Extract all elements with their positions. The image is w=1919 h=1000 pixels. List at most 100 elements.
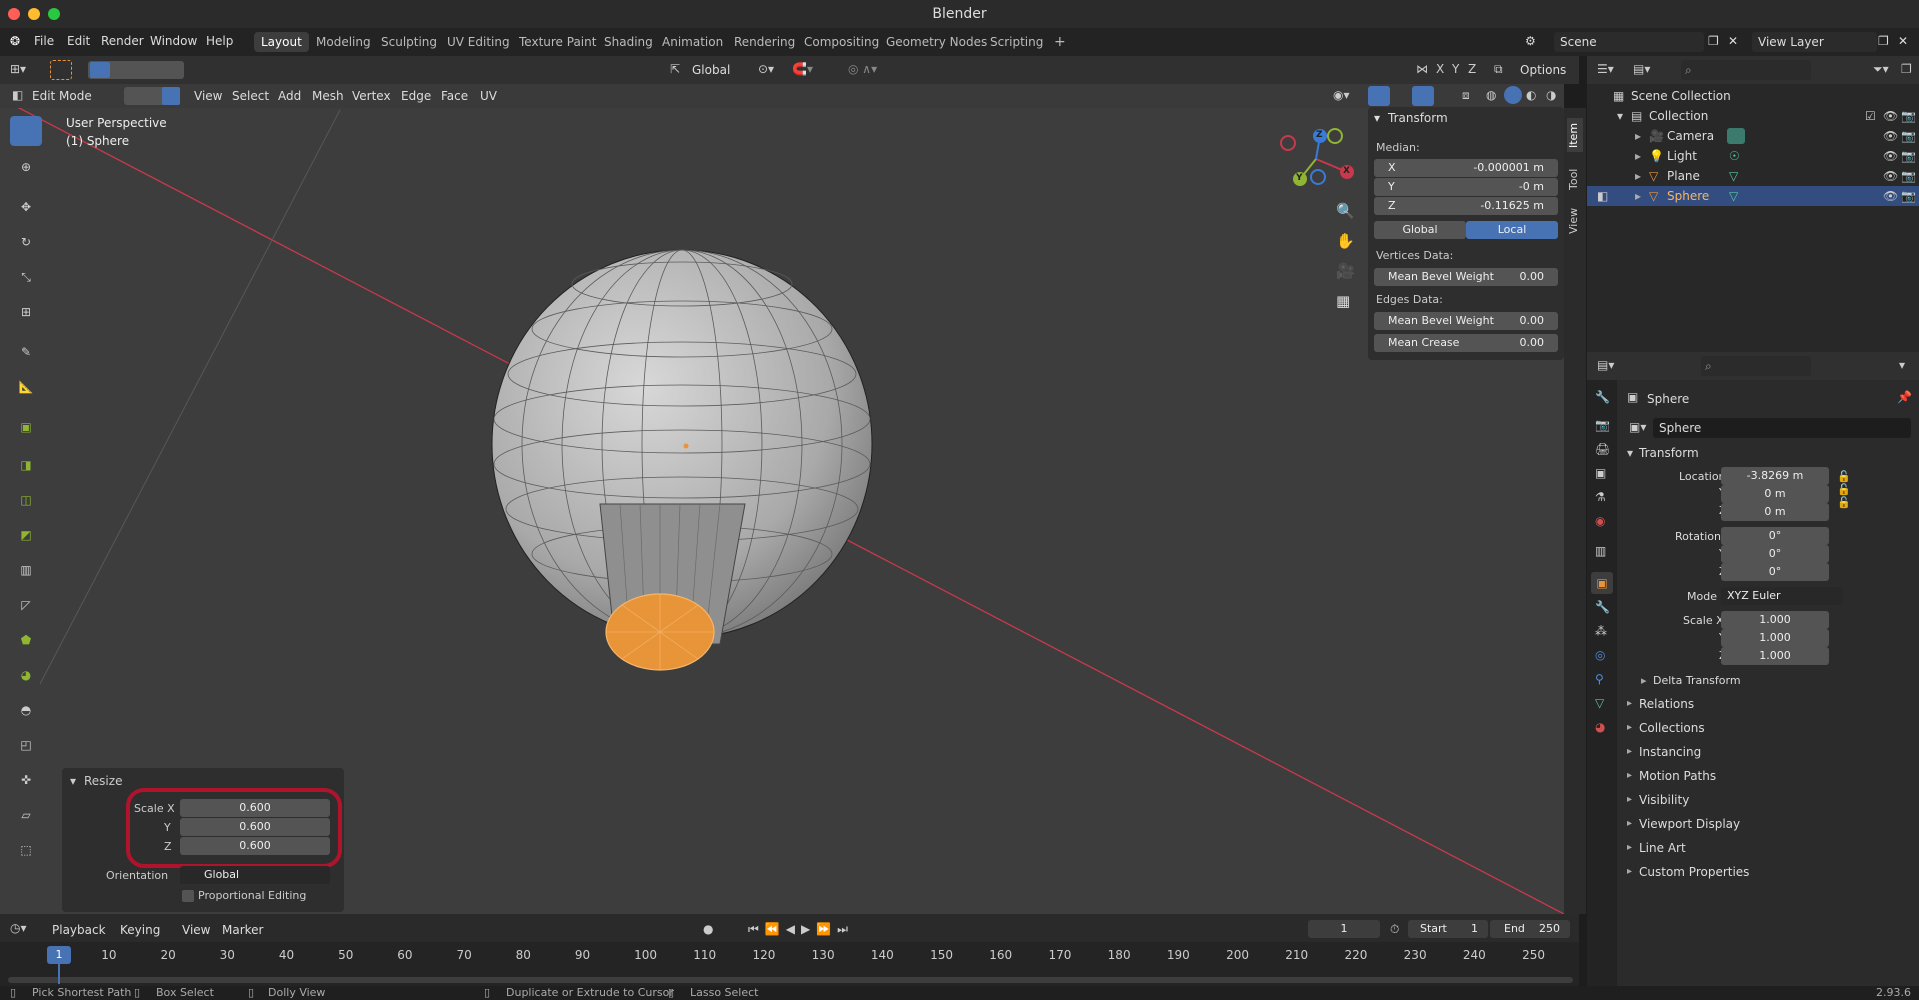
delta-expand-icon[interactable]: ▸ <box>1641 674 1647 687</box>
auto-merge-icon[interactable]: ⧉ <box>1494 62 1503 77</box>
scale-x-field[interactable]: 1.000 <box>1721 611 1829 629</box>
outliner-collection[interactable]: ▾ ▤ Collection ☑ 👁 📷 <box>1587 106 1919 126</box>
view-layer-selector[interactable]: View Layer <box>1752 32 1877 52</box>
filter-icon[interactable]: ⏷▾ <box>1873 62 1889 77</box>
tab-texture-paint[interactable]: Texture Paint <box>512 32 603 52</box>
bevel-tool-icon[interactable]: ◩ <box>10 520 42 550</box>
location-y-field[interactable]: 0 m <box>1721 485 1829 503</box>
local-space-button[interactable]: Local <box>1466 221 1558 239</box>
poly-build-tool-icon[interactable]: ⬟ <box>10 625 42 655</box>
mesh-data-properties-icon[interactable]: ▽ <box>1595 696 1604 710</box>
plane-visibility-icon[interactable]: 👁 <box>1883 166 1898 186</box>
measure-tool-icon[interactable]: 📐 <box>10 372 42 402</box>
tab-geometry-nodes[interactable]: Geometry Nodes <box>879 32 994 52</box>
edge-slide-tool-icon[interactable]: ◰ <box>10 730 42 760</box>
outliner-scene-collection[interactable]: ▦ Scene Collection <box>1587 86 1919 106</box>
outliner-editor-icon[interactable]: ☰▾ <box>1597 62 1614 76</box>
tab-layout[interactable]: Layout <box>254 32 309 52</box>
rotate-tool-icon[interactable]: ↻ <box>10 227 42 257</box>
section-collections[interactable]: Collections <box>1639 721 1705 735</box>
scale-y-field[interactable]: 1.000 <box>1721 629 1829 647</box>
collection-render-icon[interactable]: 📷 <box>1901 106 1916 126</box>
mean-crease-field[interactable]: Mean Crease 0.00 <box>1374 334 1558 352</box>
menu-uv[interactable]: UV <box>480 89 497 103</box>
loop-cut-tool-icon[interactable]: ▥ <box>10 555 42 585</box>
median-y-field[interactable]: Y -0 m <box>1374 178 1558 196</box>
pin-icon[interactable]: 📌 <box>1897 390 1912 404</box>
add-workspace-icon[interactable]: + <box>1047 32 1073 52</box>
scale-z-field[interactable]: 1.000 <box>1721 647 1829 665</box>
tab-scripting[interactable]: Scripting <box>983 32 1050 52</box>
section-relations[interactable]: Relations <box>1639 697 1694 711</box>
world-properties-icon[interactable]: ◉ <box>1595 514 1605 528</box>
tab-uv-editing[interactable]: UV Editing <box>440 32 517 52</box>
redo-collapse-icon[interactable]: ▾ <box>70 774 76 788</box>
solid-shading-icon[interactable] <box>1504 86 1522 104</box>
remove-view-layer-icon[interactable]: ✕ <box>1898 34 1908 48</box>
menu-select[interactable]: Select <box>232 89 269 103</box>
constraint-properties-icon[interactable]: ⚲ <box>1595 672 1604 686</box>
rotation-mode-dropdown[interactable]: XYZ Euler <box>1721 587 1843 605</box>
outliner-item-plane[interactable]: ▸ ▽ Plane ▽ 👁 📷 <box>1587 166 1919 186</box>
wireframe-shading-icon[interactable]: ◍ <box>1486 88 1496 102</box>
rotation-z-field[interactable]: 0° <box>1721 563 1829 581</box>
menu-vertex[interactable]: Vertex <box>352 89 391 103</box>
npanel-collapse-icon[interactable]: ▾ <box>1374 111 1380 125</box>
menu-edit[interactable]: Edit <box>67 34 90 48</box>
shear-tool-icon[interactable]: ▱ <box>10 800 42 830</box>
outliner-item-camera[interactable]: ▸ 🎥 Camera 👁 📷 <box>1587 126 1919 146</box>
sphere-mesh[interactable] <box>491 249 873 671</box>
new-view-layer-icon[interactable]: ❐ <box>1878 34 1889 48</box>
pivot-point-icon[interactable]: ⊙▾ <box>758 62 774 76</box>
light-render-icon[interactable]: 📷 <box>1901 146 1916 166</box>
lock-location-icons[interactable]: 🔓 🔓 🔓 <box>1837 470 1851 509</box>
tab-modeling[interactable]: Modeling <box>309 32 378 52</box>
mirror-z-toggle[interactable]: Z <box>1468 62 1476 76</box>
select-mode-buttons[interactable] <box>88 61 184 79</box>
menu-mesh[interactable]: Mesh <box>312 89 344 103</box>
orientation-dropdown[interactable]: Global <box>180 866 330 884</box>
maximize-window-button[interactable] <box>48 8 60 20</box>
global-space-button[interactable]: Global <box>1374 221 1466 239</box>
sphere-mesh-data-icon[interactable]: ▽ <box>1729 186 1738 206</box>
playhead[interactable]: 1 <box>47 946 71 964</box>
edge-bevel-weight-field[interactable]: Mean Bevel Weight 0.00 <box>1374 312 1558 330</box>
overlay-toggle-icon[interactable] <box>1412 86 1434 106</box>
render-properties-icon[interactable]: 📷 <box>1595 418 1610 432</box>
menu-face[interactable]: Face <box>441 89 468 103</box>
tab-tool[interactable]: Tool <box>1567 162 1583 196</box>
pan-hand-icon[interactable]: ✋ <box>1336 232 1355 250</box>
menu-add[interactable]: Add <box>278 89 301 103</box>
rendered-shading-icon[interactable]: ◑ <box>1546 88 1556 102</box>
select-element-mode-buttons[interactable] <box>124 87 180 105</box>
physics-properties-icon[interactable]: ◎ <box>1595 648 1605 662</box>
mirror-x-toggle[interactable]: X <box>1436 62 1444 76</box>
gizmo-toggle-icon[interactable] <box>1368 86 1390 106</box>
tab-view[interactable]: View <box>1567 204 1583 238</box>
section-instancing[interactable]: Instancing <box>1639 745 1701 759</box>
median-x-field[interactable]: X -0.000001 m <box>1374 159 1558 177</box>
outliner-item-sphere[interactable]: ◧ ▸ ▽ Sphere ▽ 👁 📷 <box>1587 186 1919 206</box>
display-mode-icon[interactable]: ▤▾ <box>1633 62 1650 76</box>
minimize-window-button[interactable] <box>28 8 40 20</box>
new-collection-icon[interactable]: ❐ <box>1901 62 1912 76</box>
properties-search-input[interactable]: ⌕ <box>1701 356 1811 376</box>
object-browse-icon[interactable]: ▣▾ <box>1629 420 1646 434</box>
tab-item[interactable]: Item <box>1567 118 1583 152</box>
outliner-item-light[interactable]: ▸ 💡 Light ☉ 👁 📷 <box>1587 146 1919 166</box>
tab-shading[interactable]: Shading <box>597 32 660 52</box>
snapping-icon[interactable]: 🧲▾ <box>792 62 813 76</box>
plane-render-icon[interactable]: 📷 <box>1901 166 1916 186</box>
current-frame-field[interactable]: 1 <box>1308 920 1380 938</box>
tab-compositing[interactable]: Compositing <box>797 32 886 52</box>
remove-scene-icon[interactable]: ✕ <box>1728 34 1738 48</box>
view-layer-properties-icon[interactable]: ▣ <box>1595 466 1606 480</box>
section-visibility[interactable]: Visibility <box>1639 793 1689 807</box>
add-cube-tool-icon[interactable]: ▣ <box>10 412 42 442</box>
tab-rendering[interactable]: Rendering <box>727 32 802 52</box>
blender-logo-icon[interactable]: ❂ <box>10 34 20 48</box>
end-frame-field[interactable]: End 250 <box>1490 920 1570 938</box>
tool-properties-icon[interactable]: 🔧 <box>1595 390 1610 404</box>
proportional-editing-checkbox[interactable] <box>182 890 194 902</box>
camera-visibility-icon[interactable]: 👁 <box>1883 126 1898 146</box>
